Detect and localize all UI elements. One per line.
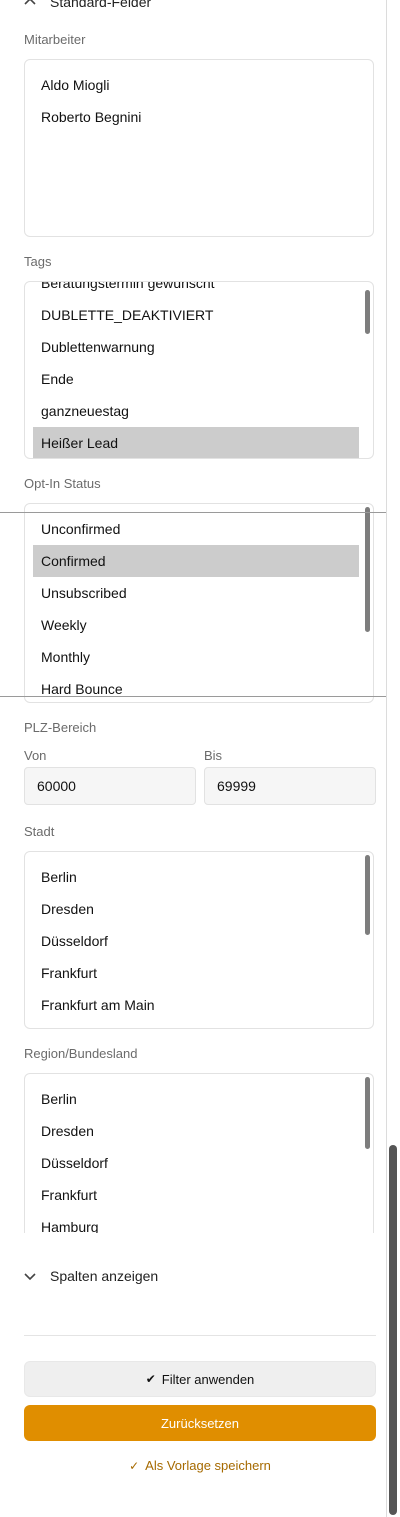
- tags-scrollbar[interactable]: [365, 290, 370, 334]
- stadt-option[interactable]: Frankfurt am Main: [33, 989, 359, 1021]
- region-option[interactable]: Frankfurt: [33, 1179, 359, 1211]
- optin-label: Opt-In Status: [24, 476, 101, 491]
- region-listbox[interactable]: Berlin Dresden Düsseldorf Frankfurt Hamb…: [24, 1073, 374, 1233]
- stadt-option[interactable]: Dresden: [33, 893, 359, 925]
- optin-scrollbar[interactable]: [365, 507, 370, 632]
- apply-filter-label: Filter anwenden: [161, 1371, 255, 1387]
- region-scrollbar[interactable]: [365, 1077, 370, 1149]
- region-option[interactable]: Hamburg: [33, 1211, 359, 1233]
- columns-toggle[interactable]: Spalten anzeigen: [24, 1268, 158, 1284]
- mitarbeiter-option[interactable]: Roberto Begnini: [33, 101, 367, 133]
- plz-to-input[interactable]: 69999: [204, 767, 376, 805]
- stadt-scrollbar[interactable]: [365, 855, 370, 935]
- plz-label: PLZ-Bereich: [24, 720, 97, 735]
- optin-option-selected[interactable]: Confirmed: [33, 545, 359, 577]
- tags-option[interactable]: DUBLETTE_DEAKTIVIERT: [33, 299, 359, 331]
- optin-option[interactable]: Monthly: [33, 641, 359, 673]
- mitarbeiter-option[interactable]: Aldo Miogli: [33, 69, 367, 101]
- region-label: Region/Bundesland: [24, 1046, 138, 1061]
- save-template-link[interactable]: ✓ Als Vorlage speichern: [24, 1458, 376, 1473]
- overlay-line: [0, 696, 400, 697]
- optin-listbox[interactable]: Unconfirmed Confirmed Unsubscribed Weekl…: [24, 503, 374, 703]
- standard-fields-title: Standard-Felder: [50, 0, 152, 10]
- page-scrollbar-thumb[interactable]: [389, 1145, 397, 1515]
- tags-option[interactable]: ganzneuestag: [33, 395, 359, 427]
- tags-label: Tags: [24, 254, 52, 269]
- region-option[interactable]: Berlin: [33, 1083, 359, 1115]
- stadt-option[interactable]: Frankfurt: [33, 957, 359, 989]
- reset-button[interactable]: Zurücksetzen: [24, 1405, 376, 1441]
- reset-label: Zurücksetzen: [160, 1415, 240, 1431]
- region-option[interactable]: Dresden: [33, 1115, 359, 1147]
- check-icon: ✓: [129, 1458, 140, 1473]
- plz-to-label: Bis: [204, 748, 223, 763]
- plz-from-label: Von: [24, 748, 47, 763]
- optin-option[interactable]: Unconfirmed: [33, 513, 359, 545]
- standard-fields-toggle[interactable]: Standard-Felder: [24, 0, 151, 10]
- stadt-listbox[interactable]: Berlin Dresden Düsseldorf Frankfurt Fran…: [24, 851, 374, 1029]
- apply-filter-button[interactable]: ✔ Filter anwenden: [24, 1361, 376, 1397]
- optin-option[interactable]: Hard Bounce: [33, 673, 359, 702]
- tags-option[interactable]: Dublettenwarnung: [33, 331, 359, 363]
- columns-title: Spalten anzeigen: [50, 1268, 159, 1284]
- chevron-down-icon: [24, 1273, 36, 1281]
- optin-option[interactable]: Unsubscribed: [33, 577, 359, 609]
- stadt-option[interactable]: Berlin: [33, 861, 359, 893]
- divider: [24, 1335, 376, 1336]
- stadt-option[interactable]: Düsseldorf: [33, 925, 359, 957]
- check-icon: ✔: [145, 1372, 156, 1386]
- save-template-label: Als Vorlage speichern: [145, 1458, 271, 1473]
- tags-option-selected[interactable]: Heißer Lead: [33, 427, 359, 458]
- chevron-up-icon: [24, 0, 36, 5]
- region-option[interactable]: Düsseldorf: [33, 1147, 359, 1179]
- plz-from-input[interactable]: 60000: [24, 767, 196, 805]
- tags-option[interactable]: Ende: [33, 363, 359, 395]
- tags-listbox[interactable]: Beratungstermin gewünscht DUBLETTE_DEAKT…: [24, 281, 374, 459]
- filter-panel: Standard-Felder Mitarbeiter Aldo Miogli …: [0, 0, 386, 1517]
- tags-option[interactable]: Beratungstermin gewünscht: [33, 282, 359, 299]
- mitarbeiter-listbox[interactable]: Aldo Miogli Roberto Begnini: [24, 59, 374, 237]
- stadt-label: Stadt: [24, 824, 55, 839]
- optin-option[interactable]: Weekly: [33, 609, 359, 641]
- mitarbeiter-label: Mitarbeiter: [24, 32, 86, 47]
- overlay-line: [0, 512, 400, 513]
